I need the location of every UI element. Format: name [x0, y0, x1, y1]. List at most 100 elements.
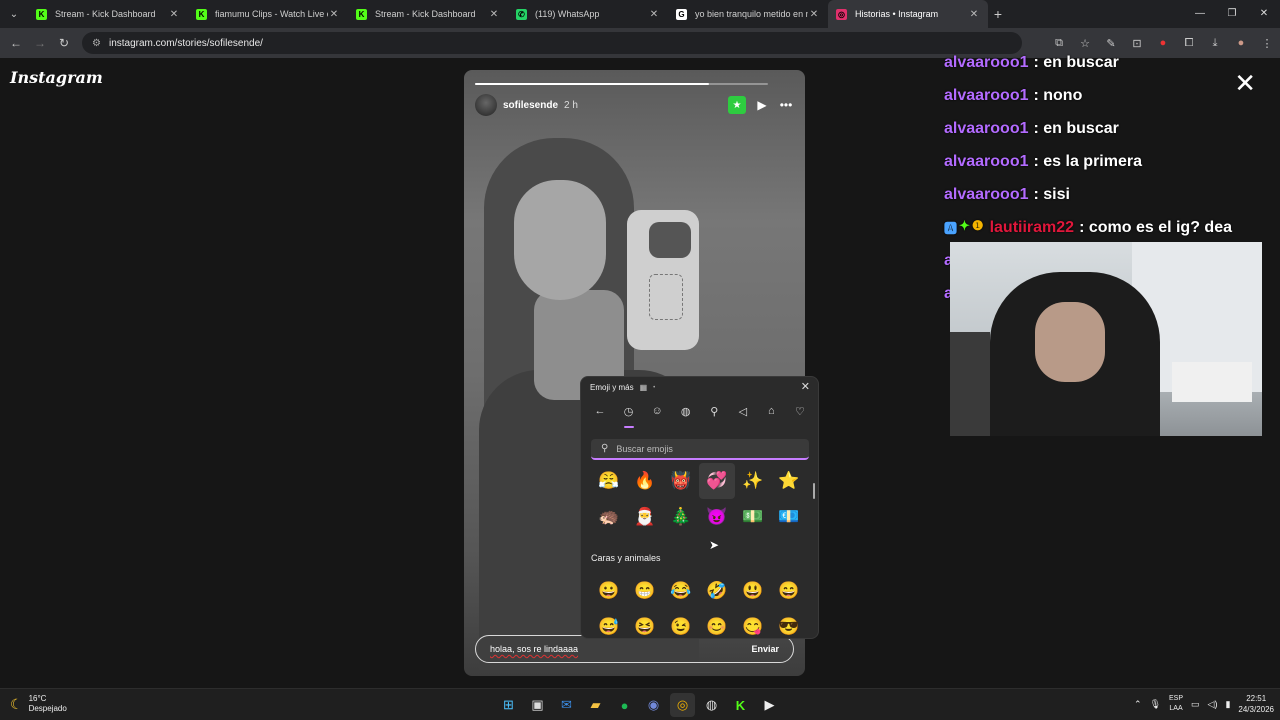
emoji-button[interactable]: 🎄 [663, 499, 699, 535]
volume-icon[interactable]: ◁) [1208, 699, 1218, 710]
emoji-button[interactable]: 💵 [735, 499, 771, 535]
tray-chevron-icon[interactable]: ⌃ [1134, 699, 1142, 710]
chat-text: : sisi [1033, 185, 1070, 203]
recent-clock-icon[interactable]: ◷ [618, 405, 640, 428]
emoji-button[interactable]: ✨ [735, 463, 771, 499]
emoji-button[interactable]: 😋 [735, 609, 771, 638]
emoji-button[interactable]: 😆 [627, 609, 663, 638]
gif-icon[interactable]: ◁ [732, 405, 754, 423]
obs-icon[interactable]: ◍ [699, 693, 724, 717]
tab-search-chevron-icon[interactable]: ⌄ [0, 0, 28, 28]
emoji-button[interactable]: 😁 [627, 573, 663, 609]
browser-tab[interactable]: Kfiamumu Clips - Watch Live on ✕ [188, 0, 348, 28]
maximize-icon[interactable]: ❐ [1216, 0, 1248, 28]
browser-tab[interactable]: Gyo bien tranquilo metido en mi ✕ [668, 0, 828, 28]
tab-close-icon[interactable]: ✕ [968, 9, 980, 20]
network-icon[interactable]: ▭ [1191, 699, 1200, 710]
forward-icon[interactable]: → [28, 36, 52, 50]
emoji-button[interactable]: 👹 [663, 463, 699, 499]
browser-tab[interactable]: K Stream - Kick Dashboard ✕ [348, 0, 508, 28]
kaomoji-icon[interactable]: ◍ [675, 405, 697, 423]
outlook-icon[interactable]: ✉ [554, 693, 579, 717]
emoji-button[interactable]: 😃 [735, 573, 771, 609]
emoji-button[interactable]: 🤣 [699, 573, 735, 609]
emoji-button[interactable]: ⭐ [771, 463, 807, 499]
emoji-button[interactable]: 🦔 [591, 499, 627, 535]
clock[interactable]: 22:51 24/3/2026 [1238, 693, 1274, 715]
browser-tab[interactable]: ◎ Historias • Instagram ✕ [828, 0, 988, 28]
back-arrow-icon[interactable]: ← [589, 405, 611, 423]
story-username[interactable]: sofilesende [503, 100, 558, 111]
kick-icon: K [196, 8, 207, 20]
browser-tab-bar: ⌄ K Stream - Kick Dashboard ✕ Kfiamumu Clip… [0, 0, 1280, 28]
emoji-button[interactable]: 😎 [771, 609, 807, 638]
favorites-heart-icon[interactable]: ♡ [789, 405, 811, 423]
emoji-button[interactable]: 🎅 [627, 499, 663, 535]
play-icon[interactable]: ▶ [754, 98, 770, 112]
send-button[interactable]: Enviar [751, 644, 779, 654]
emoji-button[interactable]: 😂 [663, 573, 699, 609]
file-explorer-icon[interactable]: ▰ [583, 693, 608, 717]
emoji-button[interactable]: 😄 [771, 573, 807, 609]
tab-close-icon[interactable]: ✕ [648, 9, 660, 20]
emoji-scrollbar[interactable] [813, 483, 815, 499]
reload-icon[interactable]: ↻ [52, 36, 76, 50]
tab-close-icon[interactable]: ✕ [808, 9, 820, 20]
instagram-logo[interactable]: Instagram [10, 68, 103, 87]
language-indicator[interactable]: ESP LAA [1169, 694, 1183, 714]
emoji-panel-header: Emoji y más ▦ • [590, 383, 655, 392]
pin-dot-icon[interactable]: • [653, 385, 655, 391]
url-field[interactable]: ⚙ instagram.com/stories/sofilesende/ [82, 32, 1022, 54]
emoji-button[interactable]: 😅 [591, 609, 627, 638]
start-icon[interactable]: ⊞ [496, 693, 521, 717]
smiley-icon[interactable]: ☺ [646, 405, 668, 423]
reply-input[interactable]: holaa, sos re lindaaaa Enviar [475, 635, 794, 663]
browser-tab[interactable]: ✆ (119) WhatsApp ✕ [508, 0, 668, 28]
kick-icon[interactable]: K [728, 693, 753, 717]
emoji-button[interactable]: 💶 [771, 499, 807, 535]
symbols-icon[interactable]: ⚲ [703, 405, 725, 423]
new-tab-button[interactable]: + [988, 6, 1008, 22]
emoji-button[interactable]: 😤 [591, 463, 627, 499]
site-info-icon[interactable]: ⚙ [92, 38, 101, 49]
emoji-button[interactable]: 😀 [591, 573, 627, 609]
grid-icon[interactable]: ▦ [640, 383, 648, 392]
tab-close-icon[interactable]: ✕ [488, 9, 500, 20]
tab-title: yo bien tranquilo metido en mi [695, 9, 808, 19]
spotify-icon[interactable]: ● [612, 693, 637, 717]
back-icon[interactable]: ← [4, 36, 28, 50]
media-player-icon[interactable]: ▶ [757, 693, 782, 717]
more-options-icon[interactable]: ••• [778, 98, 794, 112]
chat-badge-icon: 🅰 [944, 221, 958, 236]
chat-text: : en buscar [1033, 53, 1119, 71]
window-close-icon[interactable]: ✕ [1248, 0, 1280, 28]
emoji-search[interactable]: ⚲ [591, 439, 809, 460]
emoji-button[interactable]: 🔥 [627, 463, 663, 499]
discord-icon[interactable]: ◉ [641, 693, 666, 717]
chat-text: : en buscar [1033, 119, 1119, 137]
chat-message: alvaarooo1: en buscar [944, 112, 1280, 145]
tab-close-icon[interactable]: ✕ [328, 9, 340, 20]
emoji-button[interactable]: 💞 [699, 463, 735, 499]
story-avatar[interactable] [475, 94, 497, 116]
emoji-button[interactable]: 😉 [663, 609, 699, 638]
tab-close-icon[interactable]: ✕ [168, 9, 180, 20]
taskbar-apps: ⊞ ▣ ✉ ▰ ● ◉ ◎ ◍ K ▶ [496, 693, 782, 717]
tab-strip: K Stream - Kick Dashboard ✕ Kfiamumu Clips … [28, 0, 988, 28]
faces-emoji-grid: 😀 😁 😂 🤣 😃 😄 😅 😆 😉 😊 😋 😎 [591, 573, 807, 638]
clipboard-icon[interactable]: ⌂ [760, 405, 782, 423]
emoji-search-input[interactable] [616, 443, 787, 454]
emoji-picker-panel: Emoji y más ▦ • ✕ ← ◷ ☺ ◍ ⚲ ◁ ⌂ ♡ ⚲ 😤🔥👹💞✨⭐ 🦔🎅🎄😈💵… [580, 376, 819, 639]
browser-tab[interactable]: K Stream - Kick Dashboard ✕ [28, 0, 188, 28]
microphone-icon[interactable]: 🎙 [1150, 699, 1161, 710]
minimize-icon[interactable]: — [1184, 0, 1216, 28]
task-view-icon[interactable]: ▣ [525, 693, 550, 717]
battery-icon[interactable]: ▮ [1225, 699, 1230, 710]
chrome-icon[interactable]: ◎ [670, 693, 695, 717]
emoji-panel-close-icon[interactable]: ✕ [801, 380, 810, 393]
mouse-cursor-icon: ➤ [709, 538, 720, 552]
weather-widget[interactable]: ☾ 16°C Despejado [10, 694, 67, 714]
story-progress-bar [475, 83, 768, 85]
emoji-button[interactable]: 😊 [699, 609, 735, 638]
emoji-button[interactable]: 😈 [699, 499, 735, 535]
